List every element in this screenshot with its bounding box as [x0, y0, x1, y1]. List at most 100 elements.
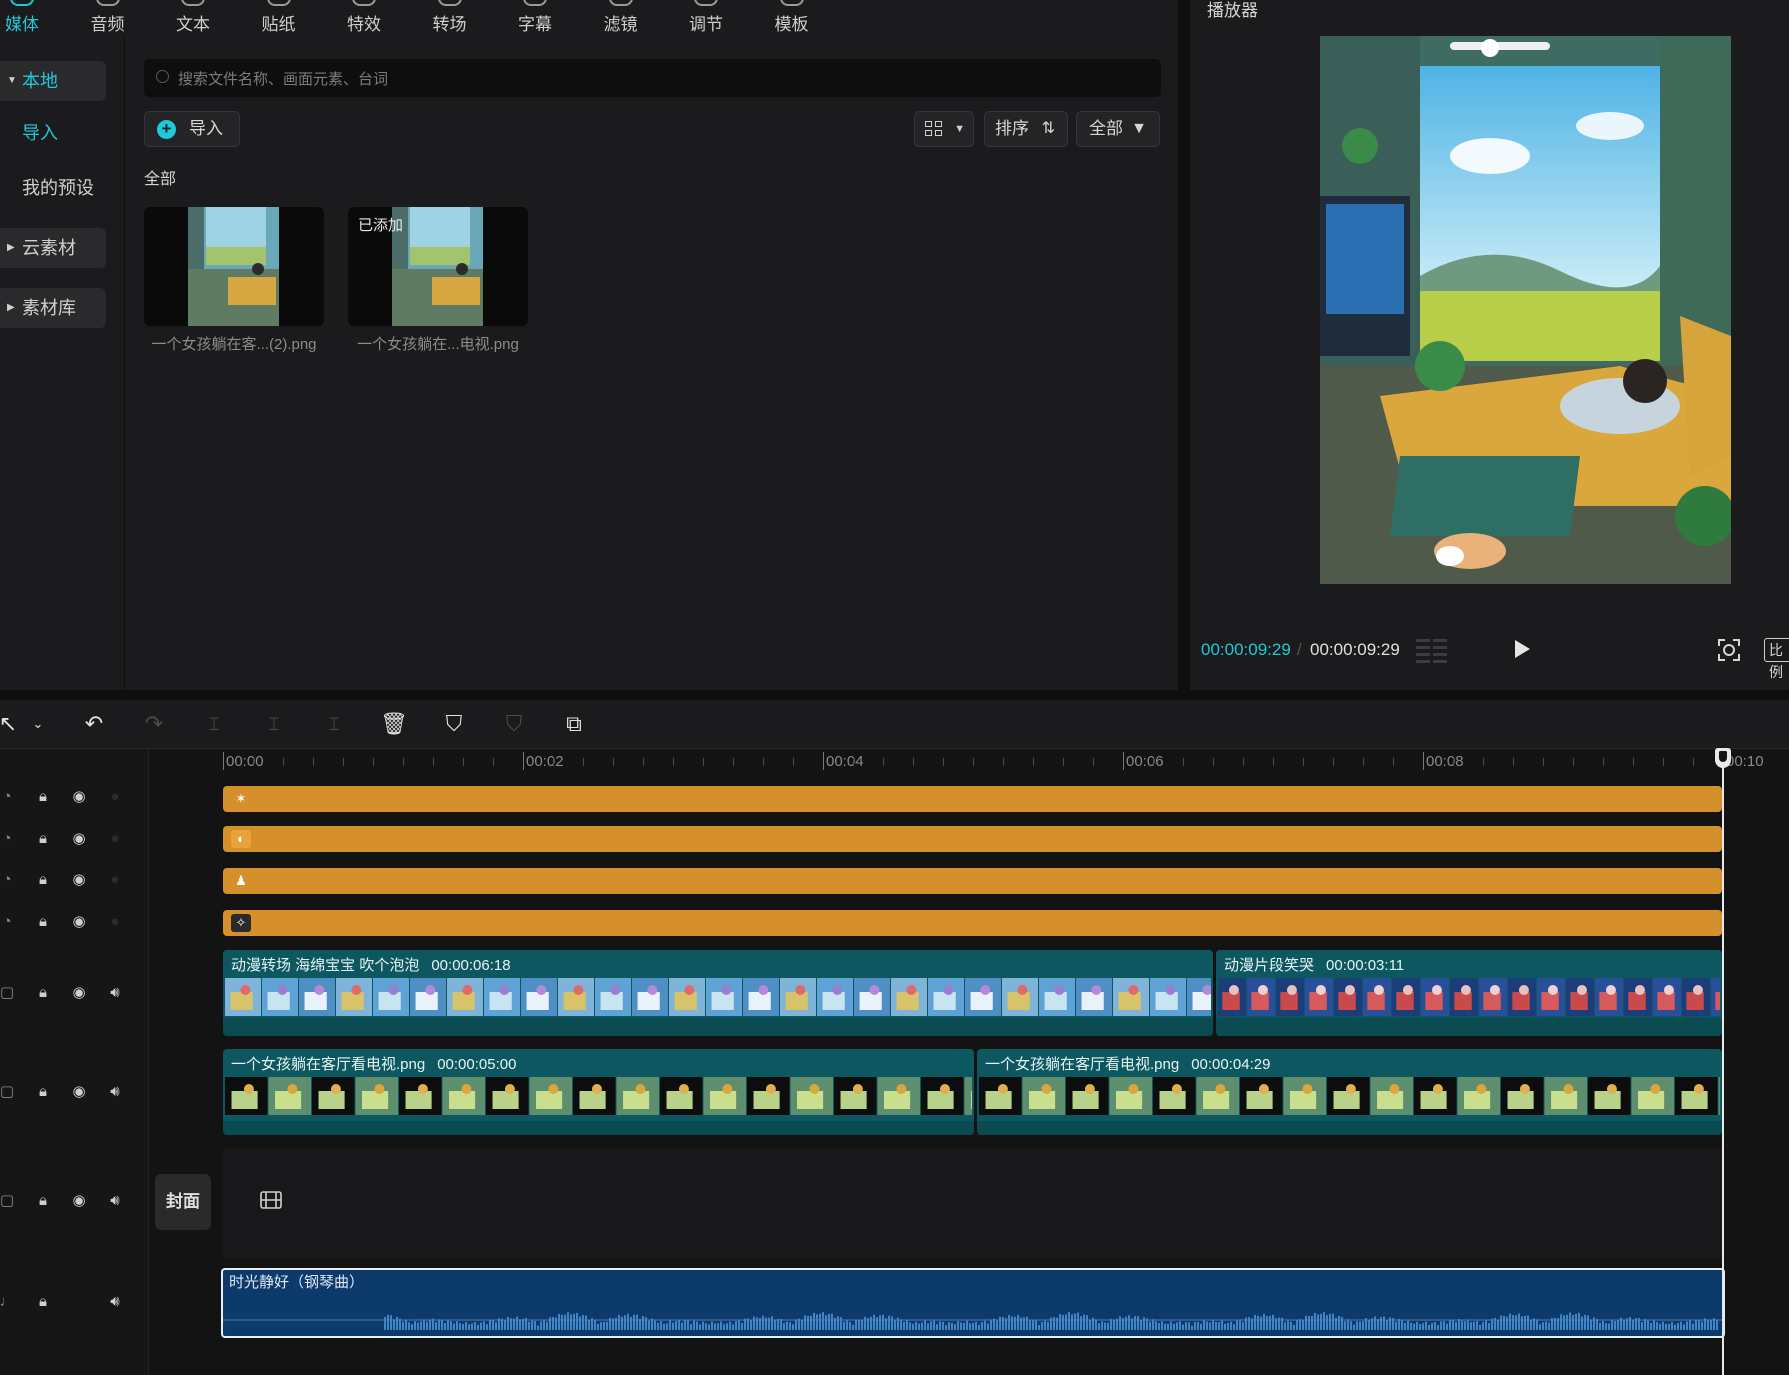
frame-list-icon[interactable]: [1416, 637, 1448, 663]
video-clip[interactable]: 一个女孩躺在客厅看电视.png 00:00:05:00: [223, 1049, 974, 1135]
music-icon[interactable]: ♩: [0, 1291, 18, 1313]
tab-effects[interactable]: 特效: [329, 0, 399, 36]
undo-icon[interactable]: ↶: [80, 710, 108, 738]
volume-icon[interactable]: 🔊︎: [104, 1291, 126, 1313]
timer-icon[interactable]: ◔: [0, 869, 18, 891]
lock-icon[interactable]: 🔒︎: [32, 982, 54, 1004]
split-right-icon[interactable]: ⌶: [320, 710, 348, 738]
sticker-clip[interactable]: ✧: [223, 910, 1722, 936]
search-box[interactable]: [144, 59, 1161, 99]
view-mode-button[interactable]: ▼: [914, 111, 974, 147]
lock-icon[interactable]: 🔒︎: [32, 828, 54, 850]
ruler-minor-tick: [1393, 758, 1394, 766]
transition-tab-icon: [437, 0, 462, 6]
sticker-clip[interactable]: ✶: [223, 786, 1722, 812]
tab-filter[interactable]: 滤镜: [586, 0, 656, 36]
delete-icon[interactable]: 🗑: [380, 710, 408, 738]
tab-audio[interactable]: 音频: [73, 0, 143, 36]
clip-filmstrip: [979, 1077, 1720, 1115]
ruler-minor-tick: [1453, 758, 1454, 766]
video-clip[interactable]: 一个女孩躺在客厅看电视.png 00:00:04:29: [977, 1049, 1722, 1135]
media-item-1[interactable]: [144, 207, 324, 326]
tab-label: 音频: [90, 15, 125, 34]
split-left-icon[interactable]: ⌶: [260, 710, 288, 738]
lock-icon[interactable]: 🔒︎: [32, 911, 54, 933]
ruler-minor-tick: [1573, 758, 1574, 766]
aspect-ratio-button[interactable]: 比例: [1764, 638, 1789, 680]
fullscreen-icon[interactable]: [1717, 638, 1741, 662]
lock-icon[interactable]: 🔒︎: [32, 1081, 54, 1103]
tab-adjust[interactable]: 调节: [671, 0, 741, 36]
eye-icon[interactable]: ◉: [68, 828, 90, 850]
ruler-minor-tick: [433, 758, 434, 766]
filter-button-label: 全部: [1089, 119, 1123, 138]
tab-label: 调节: [689, 15, 723, 34]
tab-sticker[interactable]: 贴纸: [244, 0, 314, 36]
eye-icon[interactable]: ◉: [68, 1081, 90, 1103]
playhead-handle[interactable]: [1715, 748, 1731, 768]
tab-label: 转场: [432, 15, 467, 34]
ruler-minor-tick: [1363, 758, 1364, 766]
shield-icon[interactable]: ⛉: [500, 710, 528, 738]
tab-template[interactable]: 模板: [757, 0, 827, 36]
timer-icon[interactable]: ◔: [0, 786, 18, 808]
eye-icon[interactable]: ◉: [68, 982, 90, 1004]
ai-voice-icon[interactable]: ⧉: [560, 710, 588, 738]
eye-icon[interactable]: ◉: [68, 911, 90, 933]
tab-label: 字幕: [518, 15, 552, 34]
lock-icon[interactable]: 🔒︎: [32, 869, 54, 891]
caret-down-icon: ▼: [7, 75, 17, 86]
ai-shield-icon[interactable]: ⛉: [440, 710, 468, 738]
track-type-icon[interactable]: ▢: [0, 1190, 18, 1212]
video-clip[interactable]: 动漫片段笑哭 00:00:03:11: [1216, 950, 1722, 1036]
track-controls: ▢ 🔒︎ ◉ 🔊︎: [0, 982, 136, 1012]
volume-icon[interactable]: 🔊︎: [104, 982, 126, 1004]
track-controls: ▢ 🔒︎ ◉ 🔊︎: [0, 1190, 136, 1220]
volume-icon[interactable]: 🔊︎: [104, 1081, 126, 1103]
nav-cloud[interactable]: ▶ 云素材: [0, 228, 106, 268]
select-tool-icon[interactable]: ↖: [0, 710, 22, 738]
nav-import[interactable]: 导入: [0, 113, 106, 153]
video-clip[interactable]: 动漫转场 海绵宝宝 吹个泡泡 00:00:06:18: [223, 950, 1213, 1036]
lock-icon[interactable]: 🔒︎: [32, 1291, 54, 1313]
chevron-down-icon[interactable]: ⌄: [24, 710, 52, 738]
split-icon[interactable]: ⌶: [200, 710, 228, 738]
redo-icon[interactable]: ↷: [140, 710, 168, 738]
tab-transition[interactable]: 转场: [415, 0, 485, 36]
timer-icon[interactable]: ◔: [0, 911, 18, 933]
audio-clip[interactable]: 时光静好（钢琴曲）: [221, 1268, 1725, 1338]
volume-icon[interactable]: 🔊︎: [104, 1190, 126, 1212]
eye-icon[interactable]: ◉: [68, 1190, 90, 1212]
eye-icon[interactable]: ◉: [68, 869, 90, 891]
search-input[interactable]: [176, 59, 1140, 99]
track-type-icon[interactable]: ▢: [0, 982, 18, 1004]
lock-icon[interactable]: 🔒︎: [32, 786, 54, 808]
cover-button[interactable]: 封面: [155, 1174, 211, 1230]
tab-caption[interactable]: 字幕: [500, 0, 570, 36]
tab-text[interactable]: 文本: [158, 0, 228, 36]
ruler-minor-tick: [1243, 758, 1244, 766]
track-type-icon[interactable]: ▢: [0, 1081, 18, 1103]
play-button[interactable]: [1515, 640, 1530, 658]
adjust-tab-icon: [694, 0, 718, 6]
tab-media[interactable]: 媒体: [0, 0, 57, 36]
playhead[interactable]: [1722, 752, 1724, 1375]
nav-local[interactable]: ▼ 本地: [0, 61, 106, 101]
clip-header: 动漫转场 海绵宝宝 吹个泡泡 00:00:06:18: [231, 954, 511, 975]
nav-library[interactable]: ▶ 素材库: [0, 288, 106, 328]
media-item-2[interactable]: 已添加: [348, 207, 528, 326]
filter-button[interactable]: 全部 ▼: [1076, 111, 1160, 147]
clip-title: 一个女孩躺在客厅看电视.png: [231, 1056, 426, 1073]
media-tab-icon: [10, 0, 34, 6]
nav-my-presets[interactable]: 我的预设: [0, 168, 106, 208]
main-track-area[interactable]: [223, 1148, 1722, 1258]
timer-icon[interactable]: ◔: [0, 828, 18, 850]
eye-icon[interactable]: ◉: [68, 786, 90, 808]
import-button[interactable]: + 导入: [144, 111, 240, 147]
sticker-clip[interactable]: ◐: [223, 826, 1722, 852]
clip-duration: 00:00:05:00: [437, 1056, 517, 1073]
sort-button[interactable]: 排序 ⇅: [984, 111, 1068, 147]
sticker-clip[interactable]: ♟: [223, 868, 1722, 894]
lock-icon[interactable]: 🔒︎: [32, 1190, 54, 1212]
ruler-minor-tick: [1663, 758, 1664, 766]
